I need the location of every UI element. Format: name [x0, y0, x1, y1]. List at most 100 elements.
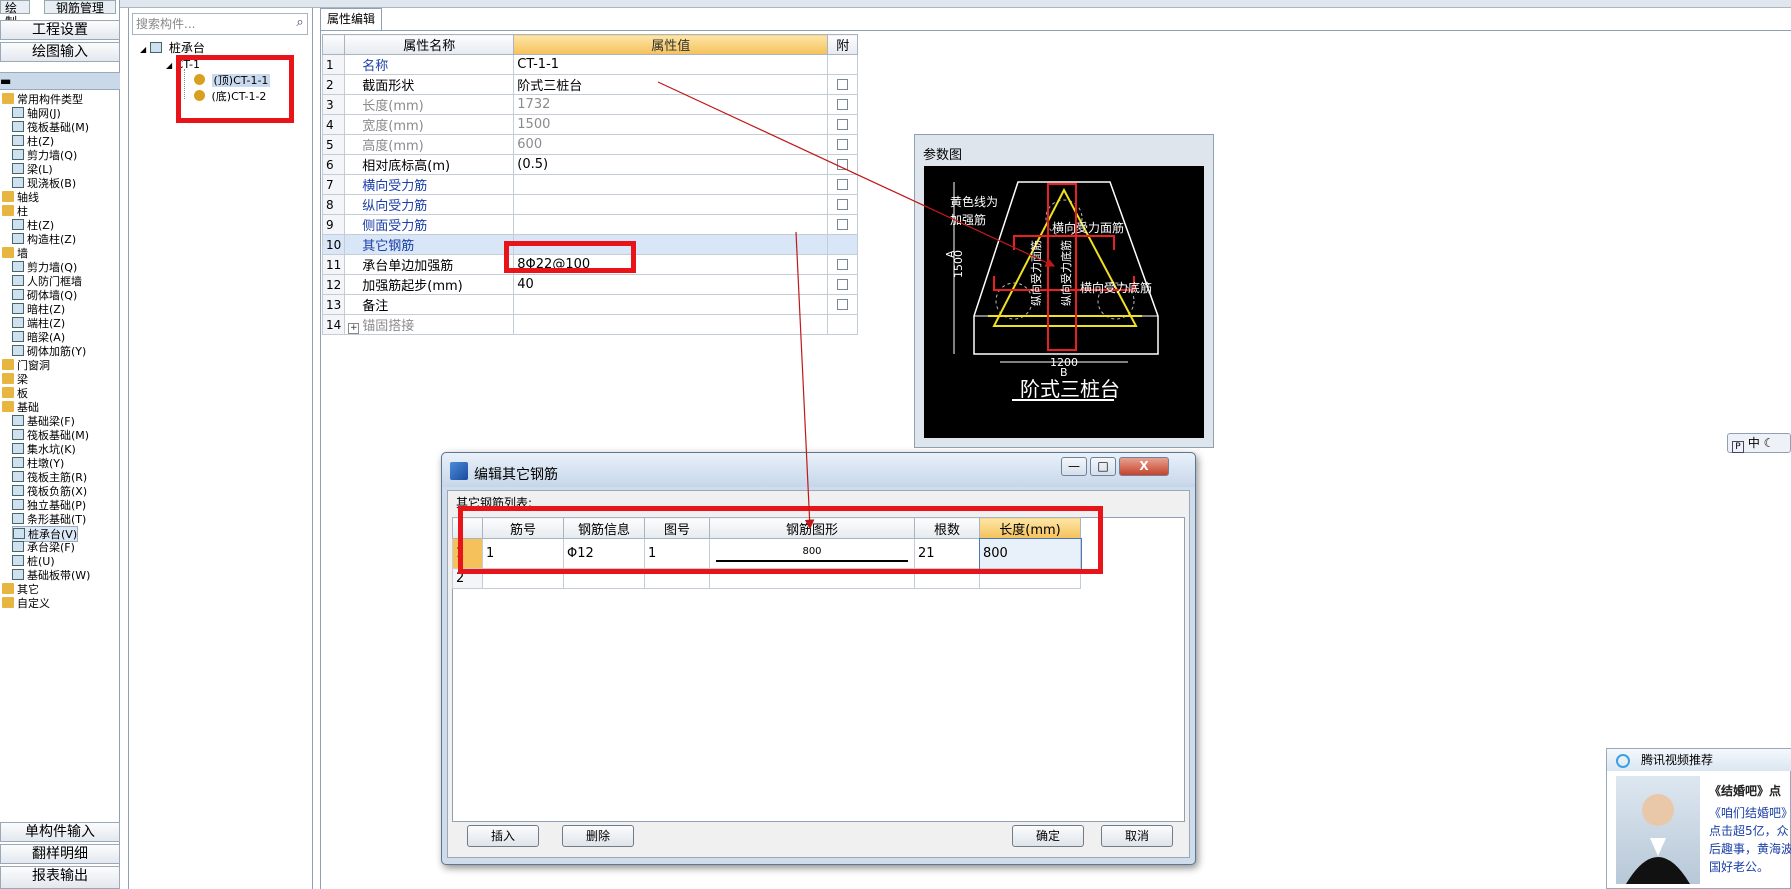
minimize-button[interactable]: —: [1061, 457, 1087, 476]
property-value[interactable]: CT-1-1: [513, 54, 829, 75]
table-row[interactable]: 8 纵向受力筋: [321, 194, 859, 215]
nav-tree-label: 其它: [17, 583, 39, 596]
component-icon: [12, 331, 24, 342]
attach-checkbox[interactable]: [837, 219, 849, 230]
property-value[interactable]: 40: [513, 274, 829, 295]
attach-cell[interactable]: [827, 294, 859, 315]
attach-checkbox[interactable]: [837, 159, 849, 170]
attach-checkbox[interactable]: [837, 199, 849, 210]
nav-tree-label: 基础板带(W): [27, 569, 91, 582]
ime-indicator[interactable]: P 中 ☾: [1727, 433, 1791, 453]
property-value[interactable]: [513, 194, 829, 215]
ok-button[interactable]: 确定: [1012, 825, 1084, 847]
folder-icon: [2, 205, 14, 216]
component-icon: [12, 261, 24, 272]
nav-tree-item[interactable]: 自定义: [2, 596, 50, 612]
attach-checkbox[interactable]: [837, 99, 849, 110]
attach-cell[interactable]: [827, 174, 859, 195]
table-row[interactable]: 13 备注: [321, 294, 859, 315]
table-row[interactable]: 3 长度(mm) 1732: [321, 94, 859, 115]
attach-checkbox[interactable]: [837, 139, 849, 150]
report-output-button[interactable]: 报表输出: [0, 866, 120, 889]
property-value[interactable]: [513, 174, 829, 195]
attach-cell[interactable]: [827, 274, 859, 295]
row-number: 9: [321, 214, 346, 235]
attach-cell[interactable]: [827, 74, 859, 95]
attach-checkbox[interactable]: [837, 259, 849, 270]
close-button[interactable]: X: [1119, 457, 1169, 476]
property-value[interactable]: 600: [513, 134, 829, 155]
attach-cell[interactable]: [827, 314, 859, 335]
component-icon: [12, 415, 24, 426]
table-row[interactable]: 7 横向受力筋: [321, 174, 859, 195]
table-row[interactable]: 4 宽度(mm) 1500: [321, 114, 859, 135]
attach-cell[interactable]: [827, 134, 859, 155]
popup-line: 国好老公。: [1709, 860, 1770, 874]
row-number: 4: [321, 114, 346, 135]
property-name: 备注: [344, 294, 515, 315]
nav-tree-label: 剪力墙(Q): [27, 149, 78, 162]
attach-checkbox[interactable]: [837, 279, 849, 290]
folder-icon: [2, 191, 14, 202]
popup-headline[interactable]: 《结婚吧》点: [1709, 782, 1781, 799]
property-name-text: 高度(mm): [362, 139, 424, 154]
parameter-diagram: 黄色线为 加强筋 横向受力面筋 横向受力底筋 纵向受力面筋 纵向受力底筋 A 1…: [924, 166, 1204, 438]
component-icon: [12, 555, 24, 566]
property-value[interactable]: 1500: [513, 114, 829, 135]
drawing-input-button[interactable]: 绘图输入: [0, 42, 120, 62]
attach-cell[interactable]: [827, 234, 859, 255]
attach-cell[interactable]: [827, 154, 859, 175]
cancel-button[interactable]: 取消: [1101, 825, 1173, 847]
component-icon: [12, 275, 24, 286]
attach-cell[interactable]: [827, 214, 859, 235]
table-row[interactable]: 14 + 锚固搭接: [321, 314, 859, 335]
attach-checkbox[interactable]: [837, 299, 849, 310]
attach-cell[interactable]: [827, 54, 859, 75]
attach-cell[interactable]: [827, 94, 859, 115]
property-value[interactable]: [513, 294, 829, 315]
delete-button[interactable]: 删除: [562, 825, 634, 847]
maximize-button[interactable]: □: [1090, 457, 1116, 476]
property-name-text: 锚固搭接: [362, 319, 415, 334]
nav-tree-label: 板: [17, 387, 28, 400]
attach-cell[interactable]: [827, 194, 859, 215]
popup-line: 后趣事，黄海波: [1709, 842, 1791, 856]
search-icon[interactable]: ⌕: [292, 15, 308, 33]
popup-thumbnail[interactable]: [1616, 776, 1700, 884]
property-name-text: 纵向受力筋: [362, 199, 428, 214]
property-value[interactable]: (0.5): [513, 154, 829, 175]
property-value[interactable]: [513, 214, 829, 235]
property-name-text: 承台单边加强筋: [362, 259, 454, 274]
table-row[interactable]: 2 截面形状 阶式三桩台: [321, 74, 859, 95]
insert-button[interactable]: 插入: [467, 825, 539, 847]
table-row[interactable]: 1 名称 CT-1-1: [321, 54, 859, 75]
tab-draw[interactable]: 绘制: [0, 0, 30, 29]
tab-rebar-management[interactable]: 钢筋管理: [44, 0, 116, 15]
project-settings-button[interactable]: 工程设置: [0, 20, 120, 40]
label-top-bar: 横向受力面筋: [1052, 220, 1124, 235]
attach-cell[interactable]: [827, 114, 859, 135]
nav-tree-label: 暗柱(Z): [27, 303, 66, 316]
attach-checkbox[interactable]: [837, 179, 849, 190]
property-value[interactable]: [513, 314, 829, 335]
collapse-icon[interactable]: ▬: [0, 74, 11, 88]
search-input[interactable]: 搜索构件...: [132, 13, 308, 35]
dialog-app-icon: [450, 462, 468, 480]
attach-checkbox[interactable]: [837, 119, 849, 130]
tree-root-node[interactable]: ◢ 桩承台: [140, 40, 205, 56]
table-row[interactable]: 6 相对底标高(m) (0.5): [321, 154, 859, 175]
table-row[interactable]: 5 高度(mm) 600: [321, 134, 859, 155]
component-icon: [12, 163, 24, 174]
tab-property-edit[interactable]: 属性编辑: [320, 8, 382, 30]
property-value[interactable]: 阶式三桩台: [513, 74, 829, 95]
expand-icon[interactable]: +: [348, 323, 360, 334]
property-value[interactable]: 1732: [513, 94, 829, 115]
attach-checkbox[interactable]: [837, 79, 849, 90]
detail-list-button[interactable]: 翻样明细: [0, 844, 120, 864]
table-row[interactable]: 9 侧面受力筋: [321, 214, 859, 235]
table-row[interactable]: 12 加强筋起步(mm) 40: [321, 274, 859, 295]
row-number: 8: [321, 194, 346, 215]
nav-tree-label: 柱(Z): [27, 219, 55, 232]
attach-cell[interactable]: [827, 254, 859, 275]
single-component-input-button[interactable]: 单构件输入: [0, 822, 120, 842]
